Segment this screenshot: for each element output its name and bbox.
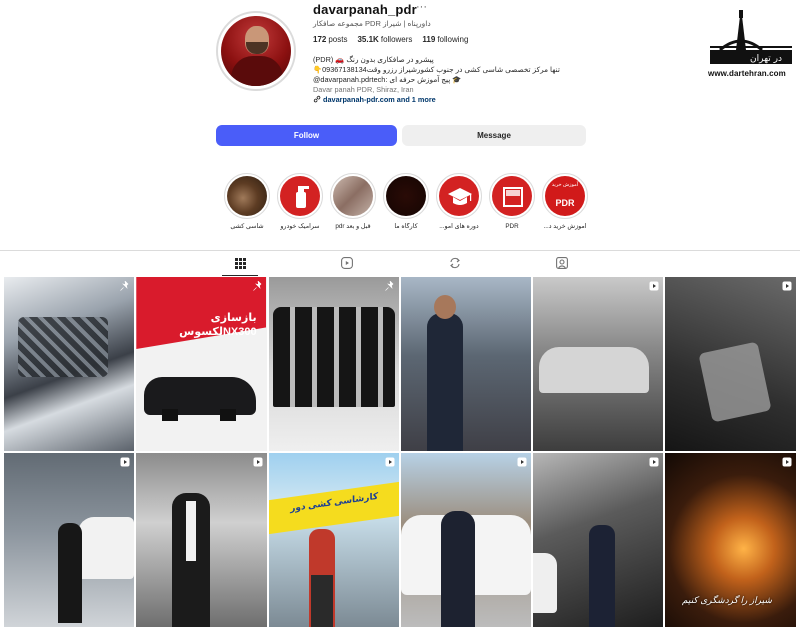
posts-count: 172 posts	[313, 35, 348, 44]
bio-address: Davar panah PDR, Shiraz, Iran	[313, 85, 414, 94]
profile-username: davarpanah_pdr	[313, 2, 417, 17]
profile-category: داورپناه | شیراز PDR مجموعه صافکار	[313, 19, 431, 28]
post-tile[interactable]	[136, 453, 267, 627]
highlight-courses[interactable]: دوره های آمو...	[431, 173, 487, 230]
highlight-workshop[interactable]: کارگاه ما	[378, 173, 434, 230]
reel-icon	[649, 457, 659, 467]
reel-icon	[649, 281, 659, 291]
highlight-label: PDR	[505, 223, 519, 230]
tab-reposts[interactable]	[447, 255, 463, 271]
highlight-cover	[492, 176, 532, 216]
posts-grid: بازسازی لکسوسNX300 کارشاسی کشی دور	[4, 277, 798, 627]
highlight-label: دوره های آمو...	[439, 223, 479, 230]
post-tile[interactable]: بازسازی لکسوسNX300	[136, 277, 267, 451]
post-tile[interactable]	[533, 453, 664, 627]
post-tile[interactable]	[268, 277, 399, 451]
reel-icon	[782, 281, 792, 291]
bio-line-1: (PDR) 🚗 پیشرو در صافکاری بدون رنگ	[313, 55, 434, 64]
reel-icon	[120, 457, 130, 467]
post-overlay-subtitle: لکسوسNX300	[179, 326, 257, 338]
repost-icon	[450, 257, 460, 269]
highlight-ceramic[interactable]: سرامیک خودرو	[272, 173, 328, 230]
tagged-icon	[556, 257, 568, 269]
highlight-pdr[interactable]: PDR	[484, 173, 540, 230]
highlight-cover	[227, 176, 267, 216]
post-tile[interactable]	[400, 277, 532, 451]
cover-pdr-text: PDR	[555, 198, 575, 208]
bio-line-2: تنها مرکز تخصصی شاسی کشی در جنوب کشورشیر…	[313, 65, 560, 74]
watermark-url: www.dartehran.com	[708, 69, 786, 78]
pin-icon	[120, 281, 129, 291]
tab-posts[interactable]	[232, 255, 248, 271]
watermark-signature: شیراز را گردشگری کنیم	[682, 595, 772, 605]
highlight-car-chassis[interactable]: شاسی کشی	[219, 173, 275, 230]
reel-icon	[385, 457, 395, 467]
highlight-label: سرامیک خودرو	[280, 223, 320, 230]
link-icon	[313, 95, 321, 103]
highlight-label: شاسی کشی	[230, 223, 264, 230]
bio-link[interactable]: davarpanah-pdr.com and 1 more	[313, 95, 563, 105]
spray-bottle-icon	[296, 186, 309, 208]
follow-button[interactable]: Follow	[216, 125, 397, 146]
post-tile[interactable]	[665, 277, 796, 451]
highlight-cover: آموزش خرید PDR	[545, 176, 585, 216]
profile-bio: (PDR) 🚗 پیشرو در صافکاری بدون رنگ تنها م…	[313, 55, 563, 105]
post-tile[interactable]	[533, 277, 664, 451]
followers-count[interactable]: 35.1K followers	[357, 35, 412, 44]
following-count[interactable]: 119 following	[422, 35, 468, 44]
message-button[interactable]: Message	[402, 125, 586, 146]
highlight-car-buying[interactable]: آموزش خرید PDR آموزش خرید د...	[537, 173, 593, 230]
post-tile[interactable]	[400, 453, 532, 627]
reel-icon	[517, 457, 527, 467]
graduation-cap-icon	[448, 188, 472, 205]
profile-avatar[interactable]	[216, 11, 296, 91]
reel-icon	[253, 457, 263, 467]
cover-text: آموزش خرید	[551, 182, 579, 188]
post-overlay-title: بازسازی	[210, 312, 257, 324]
profile-stats: 172 posts 35.1K followers 119 following	[313, 35, 468, 44]
reel-icon	[782, 457, 792, 467]
post-tile[interactable]	[4, 277, 135, 451]
avatar-image	[221, 16, 291, 86]
highlight-before-after[interactable]: قبل و بعد pdr	[325, 173, 381, 230]
car-door-icon	[503, 187, 523, 207]
highlight-cover	[280, 176, 320, 216]
bio-line-3: 🎓 پیج آموزش حرفه ای :davarpanah.pdrtech@	[313, 75, 462, 84]
reels-icon	[341, 257, 353, 269]
active-tab-indicator	[222, 275, 258, 276]
post-tile[interactable]	[4, 453, 135, 627]
tab-tagged[interactable]	[554, 255, 570, 271]
grid-icon	[234, 257, 246, 269]
more-options-icon[interactable]: ···	[416, 1, 427, 13]
pin-icon	[252, 281, 262, 291]
highlight-cover	[333, 176, 373, 216]
post-tile[interactable]: کارشاسی کشی دور	[268, 453, 399, 627]
highlight-cover	[439, 176, 479, 216]
highlight-label: آموزش خرید د...	[543, 223, 587, 230]
pin-icon	[385, 281, 394, 291]
highlight-label: کارگاه ما	[394, 223, 418, 230]
tab-reels[interactable]	[339, 255, 355, 271]
dartehran-brand-text: در تهران	[750, 54, 782, 64]
highlight-cover	[386, 176, 426, 216]
tabs-divider	[0, 250, 800, 251]
highlight-label: قبل و بعد pdr	[335, 223, 371, 230]
